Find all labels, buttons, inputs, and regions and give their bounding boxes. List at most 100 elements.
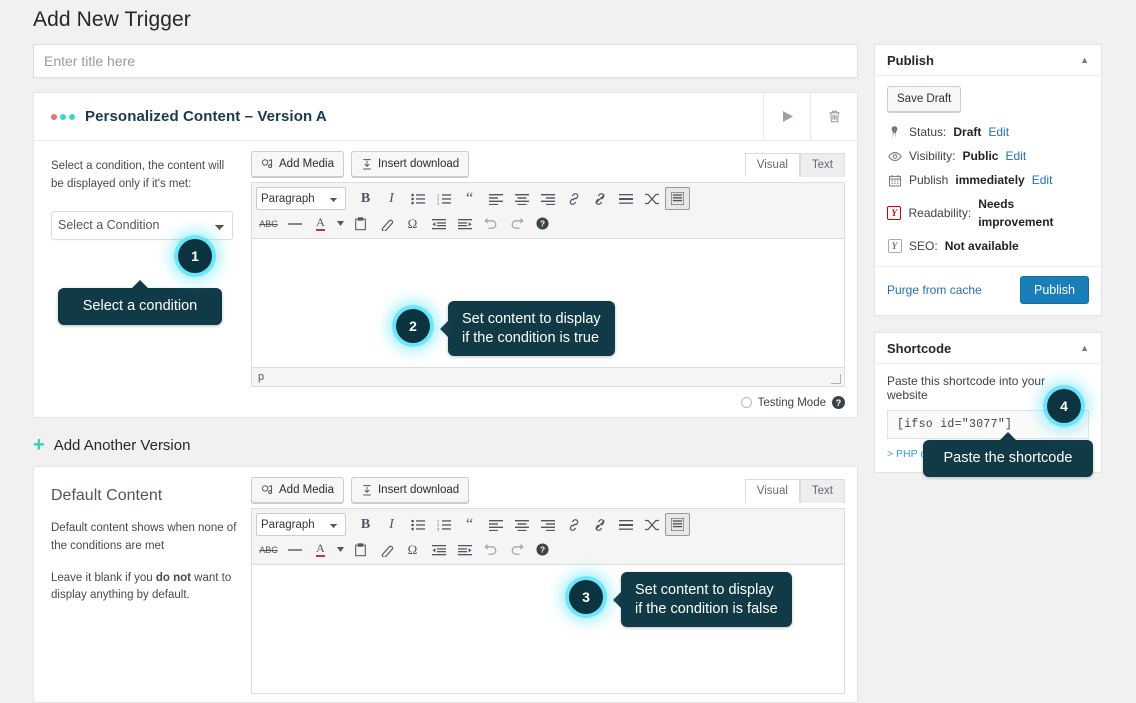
testing-mode-radio[interactable] — [741, 397, 752, 408]
format-select-default[interactable]: Paragraph — [256, 513, 346, 536]
callout-badge-1[interactable]: 1 — [178, 239, 212, 273]
redo-icon[interactable] — [504, 212, 529, 235]
bulleted-list-icon[interactable] — [405, 513, 430, 536]
callout-badge-3[interactable]: 3 — [569, 580, 603, 614]
editor-resize-handle[interactable] — [831, 374, 841, 384]
publish-edit-link[interactable]: Edit — [1032, 171, 1053, 189]
toolbar-row-2-default: ABC A Ω — [256, 537, 840, 562]
play-icon[interactable] — [763, 93, 810, 140]
numbered-list-icon[interactable]: 123 — [431, 513, 456, 536]
color-chevron-icon[interactable] — [334, 212, 347, 235]
shuffle-icon[interactable] — [639, 187, 664, 210]
bold-icon[interactable]: B — [353, 187, 378, 210]
add-another-version-button[interactable]: + Add Another Version — [33, 435, 858, 455]
read-more-icon[interactable] — [613, 513, 638, 536]
text-color-icon[interactable]: A — [308, 538, 333, 561]
tab-text-default[interactable]: Text — [800, 479, 845, 503]
visibility-edit-link[interactable]: Edit — [1005, 147, 1026, 165]
redo-icon[interactable] — [504, 538, 529, 561]
version-header-actions — [763, 93, 857, 140]
align-left-icon[interactable] — [483, 513, 508, 536]
insert-download-button-default[interactable]: Insert download — [351, 477, 469, 503]
indent-icon[interactable] — [452, 212, 477, 235]
bulleted-list-icon[interactable] — [405, 187, 430, 210]
shuffle-icon[interactable] — [639, 513, 664, 536]
publish-row-status: Status: Draft Edit — [887, 120, 1089, 144]
tab-visual[interactable]: Visual — [745, 153, 800, 177]
callout-badge-2[interactable]: 2 — [396, 309, 430, 343]
numbered-list-icon[interactable]: 123 — [431, 187, 456, 210]
editor-path-label: p — [258, 371, 264, 383]
color-chevron-icon[interactable] — [334, 538, 347, 561]
align-center-icon[interactable] — [509, 187, 534, 210]
horizontal-rule-icon[interactable] — [282, 212, 307, 235]
special-character-icon[interactable]: Ω — [400, 212, 425, 235]
toggle-toolbar-icon[interactable] — [665, 187, 690, 210]
chevron-up-icon[interactable]: ▲ — [1080, 343, 1089, 353]
undo-icon[interactable] — [478, 538, 503, 561]
italic-icon[interactable]: I — [379, 187, 404, 210]
indent-icon[interactable] — [452, 538, 477, 561]
editor-box-a: Paragraph B I 123 “ — [251, 182, 845, 387]
blockquote-icon[interactable]: “ — [457, 187, 482, 210]
question-mark-icon[interactable]: ? — [832, 396, 845, 409]
clear-formatting-icon[interactable] — [374, 212, 399, 235]
insert-download-button[interactable]: Insert download — [351, 151, 469, 177]
text-color-icon[interactable]: A — [308, 212, 333, 235]
chevron-up-icon[interactable]: ▲ — [1080, 55, 1089, 65]
callout-badge-4[interactable]: 4 — [1047, 389, 1081, 423]
svg-text:3: 3 — [437, 200, 440, 204]
yoast-glyph-red: Y — [887, 206, 901, 220]
align-right-icon[interactable] — [535, 187, 560, 210]
editor-column-a: Add Media Insert download Visual Text — [251, 141, 857, 417]
tab-visual-default[interactable]: Visual — [745, 479, 800, 503]
read-more-icon[interactable] — [613, 187, 638, 210]
post-title-input[interactable] — [33, 44, 858, 78]
editor-toolbar-a: Paragraph B I 123 “ — [252, 183, 844, 239]
add-media-button[interactable]: Add Media — [251, 151, 344, 177]
add-another-version-label: Add Another Version — [54, 437, 191, 454]
special-character-icon[interactable]: Ω — [400, 538, 425, 561]
align-left-icon[interactable] — [483, 187, 508, 210]
publish-box-title: Publish — [887, 53, 934, 68]
undo-icon[interactable] — [478, 212, 503, 235]
tab-text[interactable]: Text — [800, 153, 845, 177]
outdent-icon[interactable] — [426, 538, 451, 561]
default-content-hint-2: Leave it blank if you do not want to dis… — [51, 570, 239, 606]
trash-icon[interactable] — [810, 93, 857, 140]
clear-formatting-icon[interactable] — [374, 538, 399, 561]
default-content-title: Default Content — [51, 487, 239, 505]
unlink-icon[interactable] — [587, 187, 612, 210]
purge-cache-link[interactable]: Purge from cache — [887, 283, 982, 297]
toggle-toolbar-icon[interactable] — [665, 513, 690, 536]
default-content-hint-1: Default content shows when none of the c… — [51, 520, 239, 556]
status-edit-link[interactable]: Edit — [988, 123, 1009, 141]
link-icon[interactable] — [561, 513, 586, 536]
publish-button[interactable]: Publish — [1020, 276, 1089, 304]
link-icon[interactable] — [561, 187, 586, 210]
align-right-icon[interactable] — [535, 513, 560, 536]
paste-as-text-icon[interactable] — [348, 212, 373, 235]
callout-tip-1: Select a condition — [58, 288, 222, 325]
condition-select[interactable]: Select a Condition — [51, 211, 233, 240]
unlink-icon[interactable] — [587, 513, 612, 536]
add-media-button-default[interactable]: Add Media — [251, 477, 344, 503]
save-draft-button[interactable]: Save Draft — [887, 86, 961, 112]
publish-box-body: Save Draft Status: Draft Edit Visibility… — [875, 76, 1101, 258]
italic-icon[interactable]: I — [379, 513, 404, 536]
bold-icon[interactable]: B — [353, 513, 378, 536]
keyboard-shortcuts-icon[interactable]: ? — [530, 212, 555, 235]
strikethrough-icon[interactable]: ABC — [256, 538, 281, 561]
align-center-icon[interactable] — [509, 513, 534, 536]
keyboard-shortcuts-icon[interactable]: ? — [530, 538, 555, 561]
editor-mode-tabs-a: Visual Text — [745, 153, 845, 177]
callout-tip-3: Set content to display if the condition … — [621, 572, 792, 627]
format-select[interactable]: Paragraph — [256, 187, 346, 210]
outdent-icon[interactable] — [426, 212, 451, 235]
blockquote-icon[interactable]: “ — [457, 513, 482, 536]
horizontal-rule-icon[interactable] — [282, 538, 307, 561]
visibility-label: Visibility: — [909, 147, 955, 165]
paste-as-text-icon[interactable] — [348, 538, 373, 561]
strikethrough-icon[interactable]: ABC — [256, 212, 281, 235]
hint2-before: Leave it blank if you — [51, 572, 156, 584]
